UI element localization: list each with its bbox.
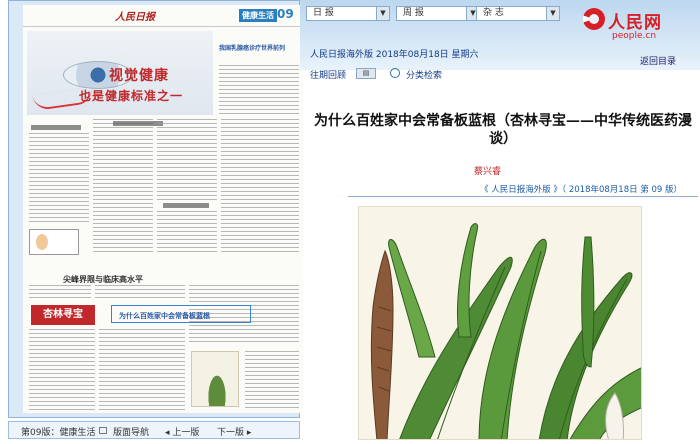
text-column <box>93 119 153 255</box>
text-column <box>157 211 217 255</box>
subhead <box>163 203 209 208</box>
divider <box>348 196 698 197</box>
category-search-link[interactable]: 分类检索 <box>406 68 442 81</box>
select-magazine-label: 杂 志 <box>483 8 504 18</box>
search-icon[interactable] <box>390 68 400 78</box>
tool-row: 往期回顾 ▤ 分类检索 <box>306 66 700 82</box>
text-column <box>245 351 299 411</box>
directory-link[interactable]: 版面导航 <box>113 425 149 438</box>
select-weekly-label: 周 报 <box>403 8 424 18</box>
chevron-right-icon: ▸ <box>244 428 252 438</box>
text-column <box>219 65 299 115</box>
select-magazine[interactable]: 杂 志 ▼ <box>476 6 560 21</box>
site-logo-url[interactable]: people.cn <box>612 31 656 41</box>
edition-date: 人民日报海外版 2018年08月18日 星期六 <box>310 50 479 60</box>
text-column <box>29 329 95 411</box>
newspaper-logo: 人民日报 <box>115 12 155 23</box>
story-headline[interactable]: 为什么百姓家中会常备板蓝根 <box>119 311 210 321</box>
article-source: 《 人民日报海外版 》（ 2018年08月18日 第 09 版） <box>480 185 683 195</box>
column-stamp: 杏林寻宝 <box>31 305 95 325</box>
page-number: 09 <box>277 7 294 21</box>
subhead <box>113 121 163 126</box>
article-title: 为什么百姓家中会常备板蓝根（杏林寻宝——中华传统医药漫谈） <box>314 113 692 147</box>
prev-page-label: 上一版 <box>172 428 200 438</box>
text-column <box>99 329 185 411</box>
hero-title: 视觉健康 <box>109 68 169 84</box>
text-column <box>157 119 217 203</box>
current-page-label[interactable]: 第09版：健康生活 <box>21 425 95 438</box>
calendar-icon[interactable]: ▤ <box>356 68 376 79</box>
hero-subtitle: 也是健康标准之一 <box>79 89 184 103</box>
article-photo <box>358 206 642 440</box>
cartoon-image[interactable] <box>29 229 79 255</box>
plant-thumbnail[interactable] <box>191 351 239 407</box>
subhead <box>31 125 81 130</box>
newspaper-masthead: 人民日报 健康生活 09 <box>23 5 303 27</box>
text-column <box>29 285 91 299</box>
chevron-down-icon: ▼ <box>376 7 389 20</box>
text-column <box>221 119 299 255</box>
prev-issues-link[interactable]: 往期回顾 <box>310 68 346 81</box>
bottom-headline[interactable]: 尖峰界限与临床高水平 <box>63 274 143 285</box>
people-logo-icon[interactable] <box>583 8 605 30</box>
article-author: 蔡兴睿 <box>474 167 502 177</box>
site-logo-text[interactable]: 人民网 <box>608 8 662 33</box>
chevron-down-icon: ▼ <box>546 7 559 20</box>
next-page-label: 下一版 <box>217 428 245 438</box>
hero-image[interactable]: 视觉健康 也是健康标准之一 <box>27 31 213 115</box>
directory-icon <box>99 427 107 434</box>
select-daily[interactable]: 日 报 ▼ <box>306 6 390 21</box>
text-column <box>95 285 185 299</box>
side-headline[interactable]: 我国乳腺癌诊疗世界前列 <box>219 45 299 53</box>
next-page-link[interactable]: 下一版 ▸ <box>217 425 251 438</box>
page-root: 人民日报 健康生活 09 视觉健康 也是健康标准之一 我国乳腺癌诊疗世界前列 尖… <box>0 0 700 444</box>
plant-illustration <box>359 207 641 439</box>
newspaper-frame: 人民日报 健康生活 09 视觉健康 也是健康标准之一 我国乳腺癌诊疗世界前列 尖… <box>8 0 303 418</box>
newspaper-page[interactable]: 人民日报 健康生活 09 视觉健康 也是健康标准之一 我国乳腺癌诊疗世界前列 尖… <box>23 5 303 413</box>
prev-page-link[interactable]: ◂ 上一版 <box>165 425 199 438</box>
select-weekly[interactable]: 周 报 ▼ <box>396 6 480 21</box>
paper-nav-bar: 第09版：健康生活 版面导航 ◂ 上一版 下一版 ▸ <box>8 421 300 439</box>
section-badge: 健康生活 <box>239 9 277 22</box>
text-column <box>29 133 89 225</box>
select-daily-label: 日 报 <box>313 8 334 18</box>
